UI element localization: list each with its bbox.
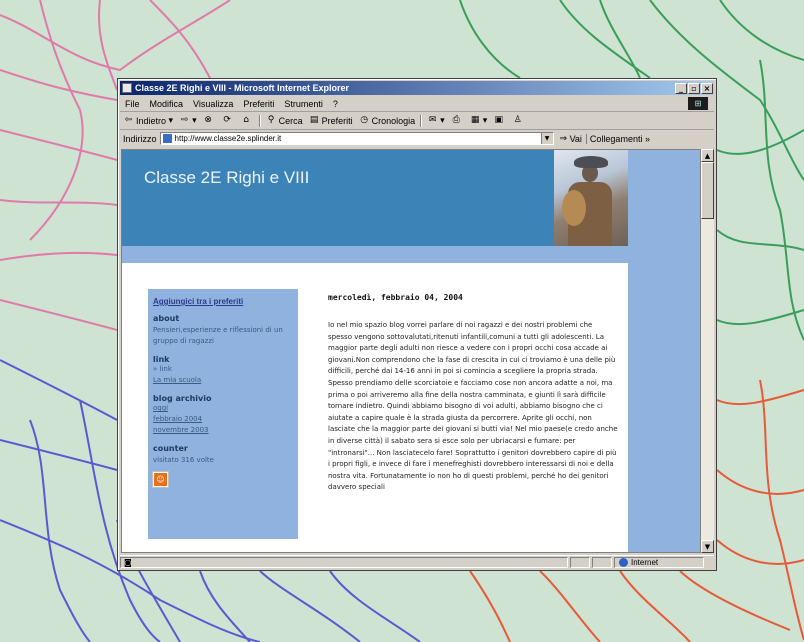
toolbar-separator: [420, 114, 423, 127]
status-text-cell: ◙: [120, 557, 568, 568]
menu-help[interactable]: ?: [328, 99, 343, 109]
back-label: Indietro: [136, 115, 167, 126]
archive-link-feb-2004[interactable]: febbraio 2004: [153, 414, 293, 425]
windows-logo-icon: ⊞: [688, 97, 708, 110]
page-icon: [162, 134, 172, 143]
stop-icon: ⊗: [204, 115, 212, 125]
history-label: Cronologia: [371, 115, 416, 126]
minimize-button[interactable]: _: [675, 82, 687, 94]
window-title: Classe 2E Righi e VIII - Microsoft Inter…: [135, 83, 350, 93]
sidebar-link-school[interactable]: La mia scuola: [153, 375, 293, 386]
mail-button[interactable]: ✉ ▾: [424, 115, 448, 126]
edit-button[interactable]: ▦ ▾: [467, 115, 491, 126]
maximize-button[interactable]: ▫: [688, 82, 700, 94]
messenger-button[interactable]: ♙: [509, 115, 528, 126]
menu-bar: File Modifica Visualizza Preferiti Strum…: [120, 96, 714, 112]
forward-button[interactable]: ⇨ ▾: [176, 115, 200, 126]
print-icon: ⎙: [452, 115, 460, 125]
header-photo-guitarist: [554, 150, 628, 246]
search-button[interactable]: ⚲ Cerca: [263, 115, 306, 126]
stop-button[interactable]: ⊗: [200, 115, 219, 126]
address-label: Indirizzo: [123, 133, 157, 144]
browser-window: Classe 2E Righi e VIII - Microsoft Inter…: [117, 78, 717, 571]
link-heading: link: [153, 355, 170, 364]
scroll-up-icon[interactable]: ▲: [701, 149, 714, 162]
blog-badge-icon[interactable]: ☺: [153, 472, 168, 487]
print-button[interactable]: ⎙: [448, 115, 467, 126]
page-status-icon: ◙: [124, 558, 132, 567]
go-button[interactable]: ⇒ Vai: [554, 133, 586, 144]
discuss-button[interactable]: ▣: [490, 115, 509, 126]
archive-heading: blog archivio: [153, 394, 212, 403]
home-icon: ⌂: [243, 115, 249, 125]
counter-text: visitato 316 volte: [153, 456, 214, 464]
search-label: Cerca: [278, 115, 303, 126]
counter-heading: counter: [153, 444, 188, 453]
refresh-button[interactable]: ⟳: [219, 115, 238, 126]
toolbar-separator: [258, 114, 261, 127]
address-bar: Indirizzo http://www.classe2e.splinder.i…: [120, 130, 714, 147]
links-label: Collegamenti: [589, 133, 643, 144]
address-dropdown-icon[interactable]: ▼: [540, 133, 553, 144]
about-text: Pensieri,esperienze e riflessioni di un …: [153, 326, 283, 345]
scroll-thumb[interactable]: [701, 162, 714, 219]
close-button[interactable]: ×: [701, 82, 713, 94]
edit-icon: ▦: [470, 115, 480, 125]
go-label: Vai: [569, 133, 582, 144]
security-zone: Internet: [614, 557, 704, 568]
menu-tools[interactable]: Strumenti: [279, 99, 328, 109]
menu-favorites[interactable]: Preferiti: [238, 99, 279, 109]
address-url: http://www.classe2e.splinder.it: [174, 134, 282, 143]
blog-page: Aggiungici tra i preferiti about Pensier…: [122, 263, 628, 552]
status-bar: ◙ Internet: [120, 555, 714, 569]
address-input[interactable]: http://www.classe2e.splinder.it ▼: [159, 132, 554, 145]
history-button[interactable]: ◷ Cronologia: [356, 115, 419, 126]
scroll-down-icon[interactable]: ▼: [701, 540, 714, 553]
home-button[interactable]: ⌂: [238, 115, 257, 126]
sidebar: Aggiungici tra i preferiti about Pensier…: [148, 289, 298, 539]
go-arrow-icon: ⇒: [559, 133, 568, 143]
status-cell: [592, 557, 612, 568]
page-viewport: Classe 2E Righi e VIII Aggiungici tra i …: [121, 149, 701, 553]
refresh-icon: ⟳: [223, 115, 231, 125]
archive-link-nov-2003[interactable]: novembre 2003: [153, 425, 293, 436]
ie-page-icon: [122, 83, 132, 93]
blog-header: Classe 2E Righi e VIII: [122, 150, 628, 246]
main-column: mercoledì, febbraio 04, 2004 Io nel mio …: [328, 293, 618, 494]
favorites-icon: ▤: [309, 115, 319, 125]
mail-icon: ✉: [428, 115, 437, 125]
discuss-icon: ▣: [494, 115, 503, 125]
back-arrow-icon: ⇦: [124, 115, 133, 125]
zone-label: Internet: [631, 558, 659, 567]
standard-toolbar: ⇦ Indietro ▾ ⇨ ▾ ⊗ ⟳ ⌂ ⚲ Cerca ▤ Preferiti ◷…: [120, 112, 714, 130]
about-heading: about: [153, 314, 180, 323]
title-bar[interactable]: Classe 2E Righi e VIII - Microsoft Inter…: [120, 81, 714, 95]
favorites-label: Preferiti: [321, 115, 353, 126]
archive-link-today[interactable]: oggi: [153, 403, 293, 414]
forward-arrow-icon: ⇨: [180, 115, 189, 125]
links-button[interactable]: Collegamenti »: [585, 133, 653, 144]
messenger-icon: ♙: [513, 115, 522, 125]
post-body: Io nel mio spazio blog vorrei parlare di…: [328, 321, 618, 492]
menu-edit[interactable]: Modifica: [145, 99, 189, 109]
search-icon: ⚲: [267, 115, 275, 125]
internet-globe-icon: [619, 558, 628, 567]
post-date: mercoledì, febbraio 04, 2004: [328, 293, 463, 302]
vertical-scrollbar[interactable]: ▲ ▼: [701, 149, 714, 553]
status-cell: [570, 557, 590, 568]
blog-title: Classe 2E Righi e VIII: [144, 168, 310, 187]
back-button[interactable]: ⇦ Indietro ▾: [120, 115, 176, 126]
sidebar-link-link[interactable]: » link: [153, 364, 293, 375]
history-icon: ◷: [360, 115, 369, 125]
favorites-button[interactable]: ▤ Preferiti: [306, 115, 356, 126]
menu-view[interactable]: Visualizza: [188, 99, 238, 109]
menu-file[interactable]: File: [120, 99, 145, 109]
add-to-favorites-link[interactable]: Aggiungici tra i preferiti: [153, 297, 293, 306]
